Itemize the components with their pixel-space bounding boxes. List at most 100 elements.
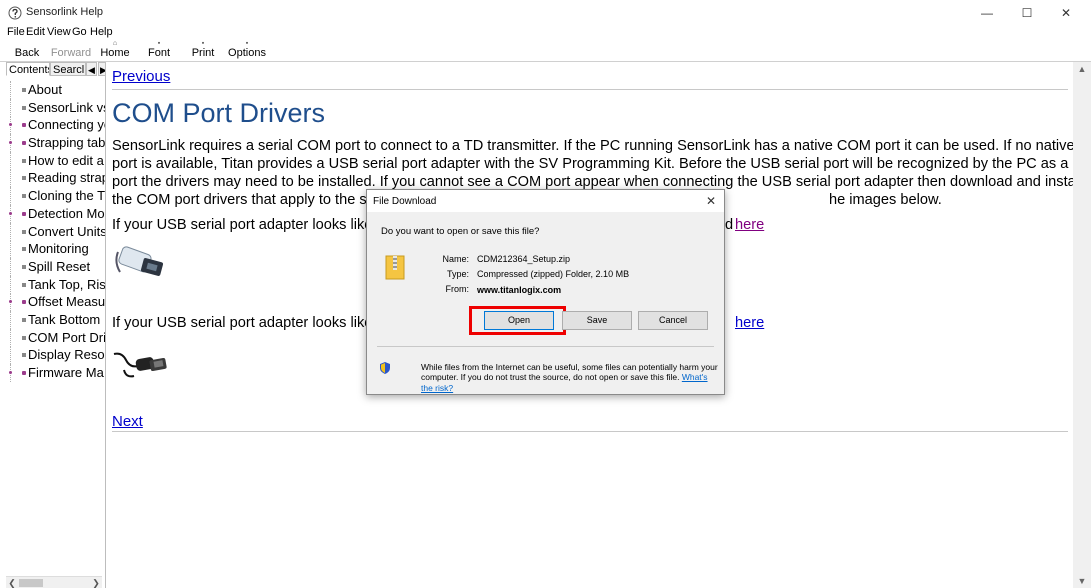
tree-item-label: Offset Measu [28, 294, 106, 310]
expand-icon[interactable] [9, 123, 12, 127]
tree-item-label: Spill Reset [28, 258, 91, 274]
tree-item-label: Firmware Ma [28, 365, 104, 380]
type-label: Type: [446, 269, 469, 279]
navigation-pane: Contents Searcl ◀ ▶ About SensorLink vs Co… [0, 62, 106, 588]
font-button[interactable]: ▪ Font [146, 40, 172, 62]
page-icon [22, 105, 26, 110]
tree-item[interactable]: Detection Mo [0, 204, 105, 223]
page-icon [22, 264, 26, 269]
tree-connector [10, 328, 11, 347]
window-title: Sensorlink Help [26, 6, 104, 18]
adapter-text-2: If your USB serial port adapter looks li… [112, 315, 381, 331]
toolbar: Back Forward ⌂ Home ▪ Font ▪ Print ▪ Opt… [0, 40, 1091, 62]
adapter-text-1: If your USB serial port adapter looks li… [112, 217, 381, 233]
tree-item[interactable]: Strapping tab [0, 134, 105, 153]
tree-connector [10, 257, 11, 276]
page-title: COM Port Drivers [112, 98, 326, 128]
intro-line-4-end: he images below. [829, 192, 942, 208]
save-button[interactable]: Save [562, 311, 632, 330]
expand-icon[interactable] [9, 300, 12, 304]
options-button[interactable]: ▪ Options [228, 40, 266, 62]
title-bar: Sensorlink Help — ☐ ✕ [0, 0, 1091, 25]
book-icon [22, 123, 26, 128]
tree-item[interactable]: SensorLink vs [0, 98, 105, 117]
page-icon [22, 158, 26, 163]
cancel-button[interactable]: Cancel [638, 311, 708, 330]
tree-item[interactable]: Cloning the Tl [0, 187, 106, 206]
scroll-thumb[interactable] [19, 579, 43, 587]
menu-help[interactable]: Help [90, 26, 113, 38]
scroll-right-icon[interactable]: ❯ [90, 577, 102, 588]
tree-item[interactable]: Monitoring [0, 240, 105, 259]
help-app-icon [8, 6, 22, 20]
tree-item-label: Detection Mo [28, 205, 105, 221]
close-button[interactable]: ✕ [1043, 2, 1089, 24]
print-button[interactable]: ▪ Print [190, 40, 216, 62]
tree-item[interactable]: Convert Units [0, 222, 105, 241]
dialog-close-icon[interactable]: ✕ [706, 194, 716, 208]
scroll-left-icon[interactable]: ❮ [6, 577, 18, 588]
scroll-up-icon[interactable]: ▲ [1073, 62, 1091, 76]
menu-file[interactable]: File [7, 26, 25, 38]
intro-line-2: port is available, Titan provides a USB … [112, 156, 1091, 172]
forward-icon [50, 40, 92, 47]
scroll-down-icon[interactable]: ▼ [1073, 574, 1091, 588]
previous-link[interactable]: Previous [112, 68, 170, 85]
here-link-2[interactable]: here [735, 315, 764, 331]
page-icon [22, 282, 26, 287]
dialog-title: File Download [373, 196, 437, 207]
tree-item[interactable]: Display Resolu [0, 346, 105, 365]
usb-adapter-image-2 [113, 352, 167, 378]
page-icon [22, 335, 26, 340]
dialog-divider [377, 346, 714, 347]
forward-button[interactable]: Forward [50, 40, 92, 62]
open-button[interactable]: Open [484, 311, 554, 330]
name-label: Name: [442, 254, 469, 264]
tree-connector [10, 240, 11, 259]
menu-view[interactable]: View [47, 26, 71, 38]
tree-item[interactable]: About [0, 81, 105, 99]
content-vertical-scrollbar[interactable]: ▲ ▼ [1073, 62, 1091, 588]
next-link[interactable]: Next [112, 413, 143, 430]
from-label: From: [445, 284, 470, 294]
tab-search[interactable]: Searcl [50, 62, 86, 76]
tree-item[interactable]: Connecting yo [0, 116, 105, 135]
nav-horizontal-scrollbar[interactable]: ❮ ❯ [6, 576, 102, 588]
expand-icon[interactable] [9, 371, 12, 374]
tree-connector [10, 310, 11, 329]
page-icon [22, 194, 26, 199]
here-link-1[interactable]: here [735, 217, 764, 233]
security-shield-icon [380, 362, 390, 374]
tree-item[interactable]: Tank Bottom [0, 310, 105, 329]
page-icon [22, 229, 26, 234]
zip-folder-icon [385, 255, 405, 280]
tab-contents[interactable]: Contents [6, 62, 50, 76]
tree-item[interactable]: Firmware Ma [0, 364, 105, 382]
tree-item-label: Cloning the Tl [28, 188, 106, 204]
tree-item[interactable]: Offset Measu [0, 293, 106, 312]
security-warning: While files from the Internet can be use… [421, 362, 719, 393]
menu-bar: File Edit View Go Help [0, 25, 1091, 40]
home-icon: ⌂ [112, 40, 118, 47]
home-button[interactable]: ⌂ Home [100, 40, 130, 62]
tree-item[interactable]: How to edit a [0, 151, 105, 170]
expand-icon[interactable] [9, 211, 12, 215]
warning-text: While files from the Internet can be use… [421, 362, 718, 383]
font-icon: ▪ [157, 40, 161, 47]
tree-item-label: Tank Top, Rise [28, 276, 106, 292]
top-divider [112, 89, 1068, 90]
tab-scroll-left-icon[interactable]: ◀ [86, 62, 97, 76]
menu-go[interactable]: Go [72, 26, 87, 38]
back-button[interactable]: Back [14, 40, 40, 62]
intro-line-3: port the drivers may need to be installe… [112, 174, 1083, 190]
tree-connector [10, 222, 11, 241]
tab-scroll-right-icon[interactable]: ▶ [98, 62, 105, 76]
tree-item[interactable]: Reading strap [0, 169, 105, 188]
intro-line-1: SensorLink requires a serial COM port to… [112, 138, 1091, 154]
tree-item[interactable]: Spill Reset [0, 257, 105, 276]
tree-item[interactable]: COM Port Dri [0, 328, 105, 347]
bottom-divider [112, 431, 1068, 432]
menu-edit[interactable]: Edit [26, 26, 45, 38]
tree-item[interactable]: Tank Top, Rise [0, 275, 106, 294]
expand-icon[interactable] [9, 141, 12, 145]
